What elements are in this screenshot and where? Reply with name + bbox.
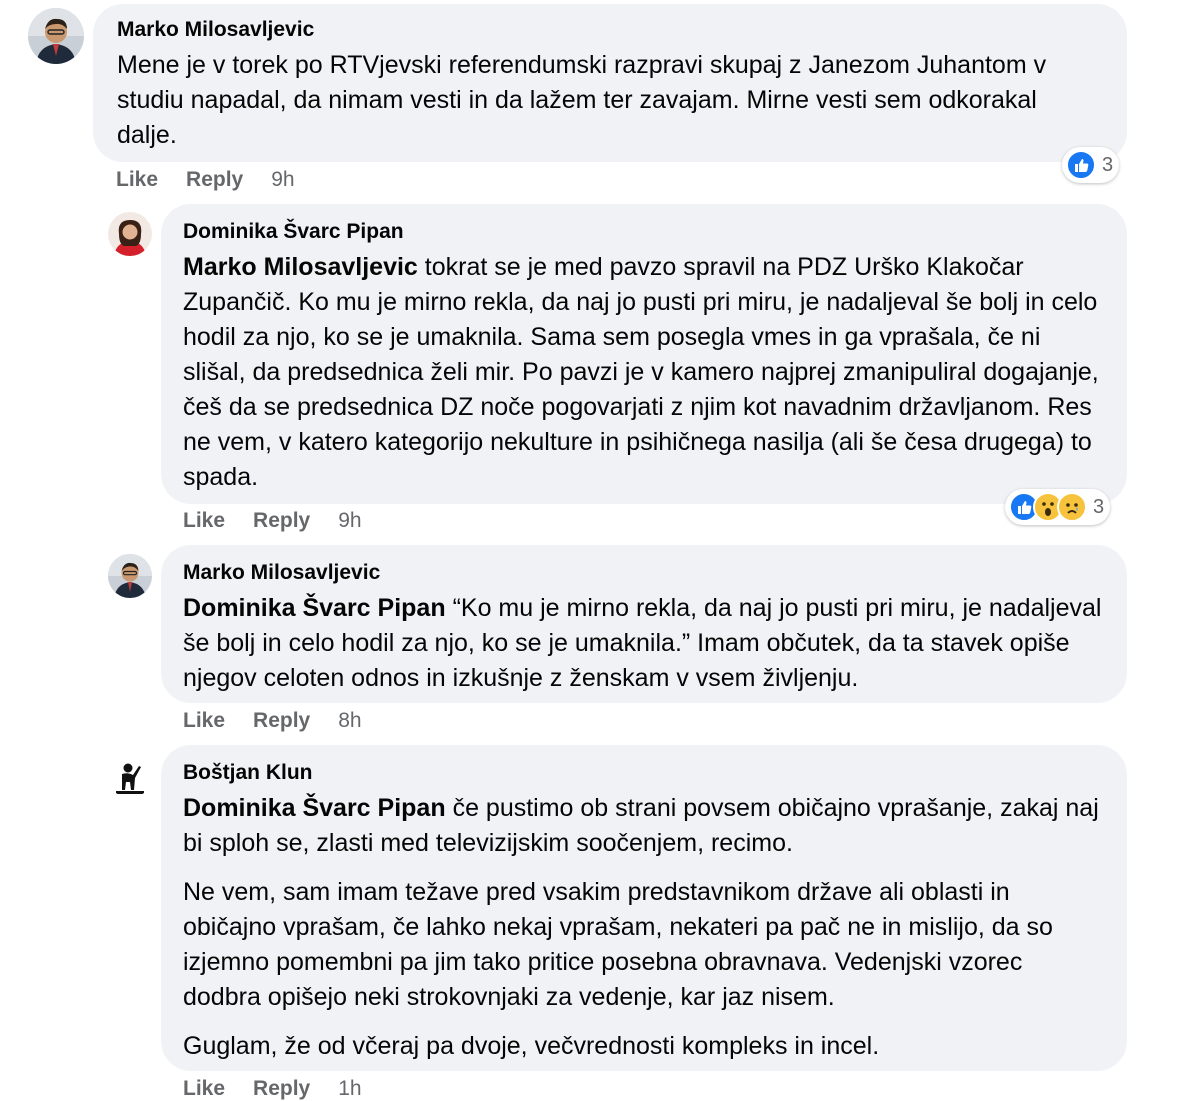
comment-timestamp[interactable]: 8h	[338, 709, 361, 733]
mention-link[interactable]: Marko Milosavljevic	[183, 253, 418, 281]
comment-paragraph: Guglam, že od včeraj pa dvoje, večvredno…	[183, 1032, 880, 1060]
like-button[interactable]: Like	[116, 168, 158, 192]
comment-paragraph: Mene je v torek po RTVjevski referendums…	[117, 51, 1047, 149]
comment-bubble: Marko Milosavljevic Mene je v torek po R…	[93, 4, 1127, 162]
avatar-woman-image	[108, 212, 152, 256]
reactions-summary[interactable]: 3	[1005, 489, 1111, 525]
reply-button[interactable]: Reply	[253, 1077, 310, 1101]
comment-bubble: Dominika Švarc Pipan Marko Milosavljevic…	[161, 204, 1127, 504]
comment-paragraph: Marko Milosavljevic tokrat se je med pav…	[183, 250, 1105, 495]
sad-icon	[1057, 492, 1087, 522]
avatar[interactable]	[108, 554, 152, 598]
comment-author[interactable]: Marko Milosavljevic	[117, 18, 1103, 42]
reply-button[interactable]: Reply	[253, 509, 310, 533]
like-button[interactable]: Like	[183, 509, 225, 533]
comment-text: Marko Milosavljevic tokrat se je med pav…	[183, 250, 1105, 495]
comment-bubble: Boštjan Klun Dominika Švarc Pipan če pus…	[161, 745, 1127, 1071]
comment-text: Mene je v torek po RTVjevski referendums…	[117, 48, 1103, 153]
comment-timestamp[interactable]: 1h	[338, 1077, 361, 1101]
comment-author[interactable]: Dominika Švarc Pipan	[183, 220, 1105, 244]
like-button[interactable]: Like	[183, 1077, 225, 1101]
avatar[interactable]	[108, 754, 152, 798]
avatar-man-image	[28, 8, 84, 64]
comment-actions: Like Reply 9h	[183, 509, 390, 533]
like-button[interactable]: Like	[183, 709, 225, 733]
reactions-summary[interactable]: 3	[1062, 147, 1120, 183]
comment-author[interactable]: Boštjan Klun	[183, 761, 1105, 785]
comment-author[interactable]: Marko Milosavljevic	[183, 561, 1105, 585]
comment-paragraph: Dominika Švarc Pipan “Ko mu je mirno rek…	[183, 591, 1105, 696]
avatar[interactable]	[28, 8, 84, 64]
reaction-count: 3	[1102, 153, 1114, 176]
mention-link[interactable]: Dominika Švarc Pipan	[183, 594, 446, 622]
reaction-count: 3	[1093, 495, 1105, 518]
mention-link[interactable]: Dominika Švarc Pipan	[183, 794, 446, 822]
comment-paragraph: Ne vem, sam imam težave pred vsakim pred…	[183, 878, 1053, 1011]
avatar[interactable]	[108, 212, 152, 256]
avatar-man-image	[108, 554, 152, 598]
comment-text: Dominika Švarc Pipan če pustimo ob stran…	[183, 791, 1105, 1064]
comment-actions: Like Reply 9h	[116, 168, 323, 192]
comment-timestamp[interactable]: 9h	[338, 509, 361, 533]
reply-button[interactable]: Reply	[186, 168, 243, 192]
comment-actions: Like Reply 8h	[183, 709, 390, 733]
comment-actions: Like Reply 1h	[183, 1077, 390, 1101]
comment-bubble: Marko Milosavljevic Dominika Švarc Pipan…	[161, 545, 1127, 703]
comment-timestamp[interactable]: 9h	[271, 168, 294, 192]
comment-paragraph: Dominika Švarc Pipan če pustimo ob stran…	[183, 791, 1105, 861]
reply-button[interactable]: Reply	[253, 709, 310, 733]
like-icon	[1066, 150, 1096, 180]
avatar-silhouette-image	[108, 754, 152, 798]
comment-paragraph-text: tokrat se je med pavzo spravil na PDZ Ur…	[183, 253, 1099, 491]
comment-text: Dominika Švarc Pipan “Ko mu je mirno rek…	[183, 591, 1105, 696]
